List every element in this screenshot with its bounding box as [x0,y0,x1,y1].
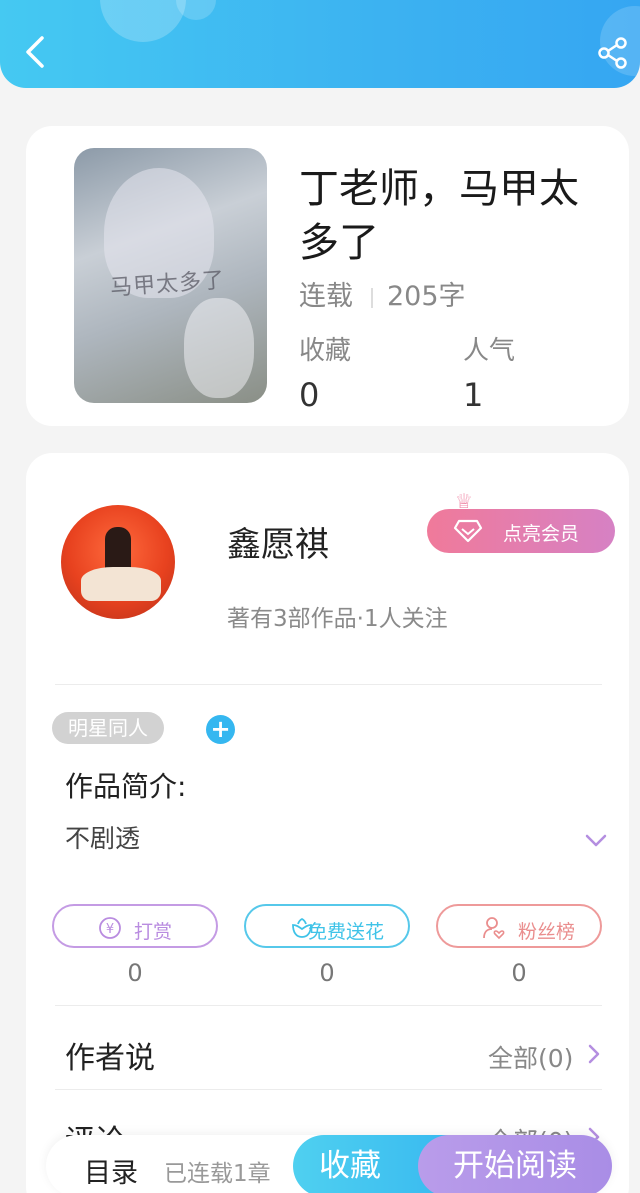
cover-title-text: 马甲太多了 [109,268,226,301]
cover-figure [184,298,254,398]
bottom-action-bar: 目录 已连载1章 收藏 开始阅读 [46,1135,612,1193]
add-tag-button[interactable]: + [206,715,235,744]
send-flower-label: 免费送花 [308,921,385,943]
share-icon [598,37,627,69]
stat-label-popularity: 人气 [463,336,516,366]
decor-bubble [100,0,186,42]
tip-label: 打赏 [134,921,173,943]
author-says-all-link[interactable]: 全部(0) [488,1039,573,1075]
author-meta: 著有3部作品·1人关注 [227,606,448,632]
book-status-row: 连载 205字 [299,274,466,313]
author-says-title: 作者说 [65,1041,155,1076]
tip-button[interactable]: ¥ 打赏 [52,904,218,948]
send-flower-button[interactable]: 免费送花 [244,904,410,948]
stat-value-favorites: 0 [299,376,320,414]
fan-ranking-label: 粉丝榜 [518,921,576,943]
genre-tag[interactable]: 明星同人 [52,712,164,744]
stat-label-favorites: 收藏 [299,336,352,366]
start-reading-button[interactable]: 开始阅读 [418,1135,612,1193]
avatar-figure [81,567,161,601]
chevron-left-icon [26,36,44,68]
intro-title: 作品简介: [65,770,187,803]
stat-value-popularity: 1 [463,376,484,414]
intro-text: 不剧透 [65,824,141,853]
table-of-contents-link[interactable]: 目录 [84,1151,138,1190]
serial-status: 连载 [299,281,353,312]
tip-count: 0 [127,959,143,987]
author-avatar[interactable] [61,505,175,619]
divider [371,287,373,308]
user-heart-icon [483,917,505,940]
chapter-count: 已连载1章 [164,1161,271,1187]
book-info-card: 马甲太多了 丁老师，马甲太多了 连载 205字 收藏 0 人气 1 [26,126,629,426]
author-detail-card: 鑫愿祺 著有3部作品·1人关注 ♕ 点亮会员 明星同人 + 作品简介: 不剧透 … [26,453,629,1193]
vip-button[interactable]: ♕ 点亮会员 [427,489,615,553]
chevron-down-icon[interactable] [584,833,608,849]
book-cover[interactable]: 马甲太多了 [74,148,267,403]
divider [55,1005,602,1006]
divider [55,684,602,685]
author-name[interactable]: 鑫愿祺 [227,517,329,566]
word-count: 205字 [387,281,466,312]
fan-count: 0 [511,959,527,987]
svg-text:¥: ¥ [106,922,114,937]
yen-icon: ¥ [99,917,121,939]
vip-button-label: 点亮会员 [503,523,580,545]
divider [55,1089,602,1090]
top-header [0,0,640,88]
fan-ranking-button[interactable]: 粉丝榜 [436,904,602,948]
diamond-icon [453,519,483,543]
chevron-right-icon[interactable] [588,1044,600,1064]
crown-icon: ♕ [455,489,473,513]
back-button[interactable] [18,32,54,72]
share-button[interactable] [596,36,630,70]
book-title: 丁老师，马甲太多了 [299,166,579,266]
flower-count: 0 [319,959,335,987]
